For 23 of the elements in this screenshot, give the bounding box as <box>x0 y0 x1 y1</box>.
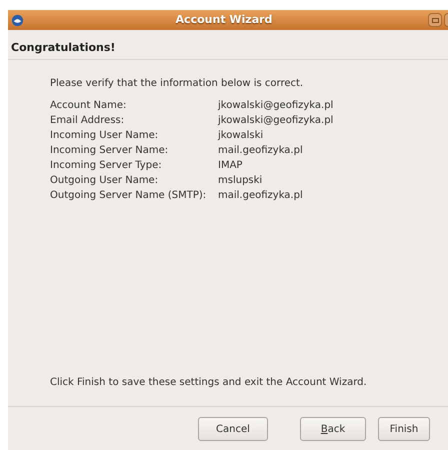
field-value: mail.geofizyka.pl <box>218 189 303 203</box>
field-value: jkowalski@geofizyka.pl <box>218 99 334 113</box>
field-value: jkowalski <box>218 129 264 143</box>
app-icon <box>11 14 24 26</box>
field-label: Outgoing User Name: <box>50 174 160 188</box>
instruction-text: Click Finish to save these settings and exit the Account Wizard. <box>50 376 368 390</box>
window-title: Account Wizard <box>174 12 274 28</box>
field-value: IMAP <box>218 159 242 173</box>
intro-text: Please verify that the information below is correct. <box>50 77 304 91</box>
wizard-button[interactable]: Finish <box>378 417 430 441</box>
field-value: mslupski <box>218 174 262 188</box>
field-label: Incoming User Name: <box>50 129 160 143</box>
field-label: Incoming Server Name: <box>50 144 170 158</box>
page-heading: Congratulations! <box>11 41 116 54</box>
field-label: Email Address: <box>50 114 126 128</box>
field-value: jkowalski@geofizyka.pl <box>218 114 334 128</box>
field-label: Outgoing Server Name (SMTP): <box>50 189 208 203</box>
field-value: mail.geofizyka.pl <box>218 144 303 158</box>
field-label: Incoming Server Type: <box>50 159 163 173</box>
maximize-button[interactable] <box>428 13 442 27</box>
field-label: Account Name: <box>50 99 128 113</box>
wizard-button[interactable]: Back <box>300 417 366 441</box>
wizard-button[interactable]: Cancel <box>198 417 268 441</box>
